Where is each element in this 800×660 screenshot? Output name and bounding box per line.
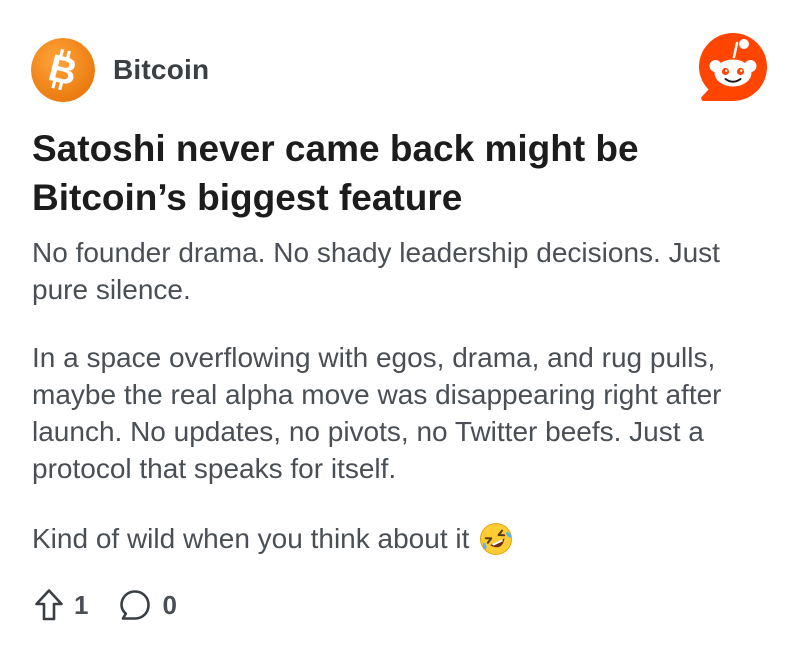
post-body-paragraph: Kind of wild when you think about it (32, 520, 782, 557)
post-body-paragraph: No founder drama. No shady leadership de… (32, 237, 720, 305)
comment-bubble-icon[interactable] (118, 588, 152, 622)
post-body-paragraph: In a space overflowing with egos, drama,… (32, 342, 722, 484)
post-header: B Bitcoin (31, 38, 209, 102)
community-name[interactable]: Bitcoin (113, 54, 209, 86)
post-body-text: Kind of wild when you think about it (32, 523, 470, 554)
post-title[interactable]: Satoshi never came back might be Bitcoin… (32, 124, 772, 222)
comments-button[interactable]: 0 (118, 588, 177, 622)
reddit-logo (699, 33, 767, 101)
upvote-button[interactable]: 1 (34, 588, 88, 622)
upvote-count: 1 (74, 589, 89, 620)
post-actions: 1 0 (34, 588, 177, 622)
bitcoin-icon[interactable]: B (31, 38, 95, 102)
rolling-on-floor-laughing-icon (480, 522, 513, 555)
upvote-arrow-icon[interactable] (34, 588, 64, 622)
post-card: B Bitcoin Satoshi never came back might … (0, 0, 800, 660)
comment-count: 0 (162, 589, 177, 620)
